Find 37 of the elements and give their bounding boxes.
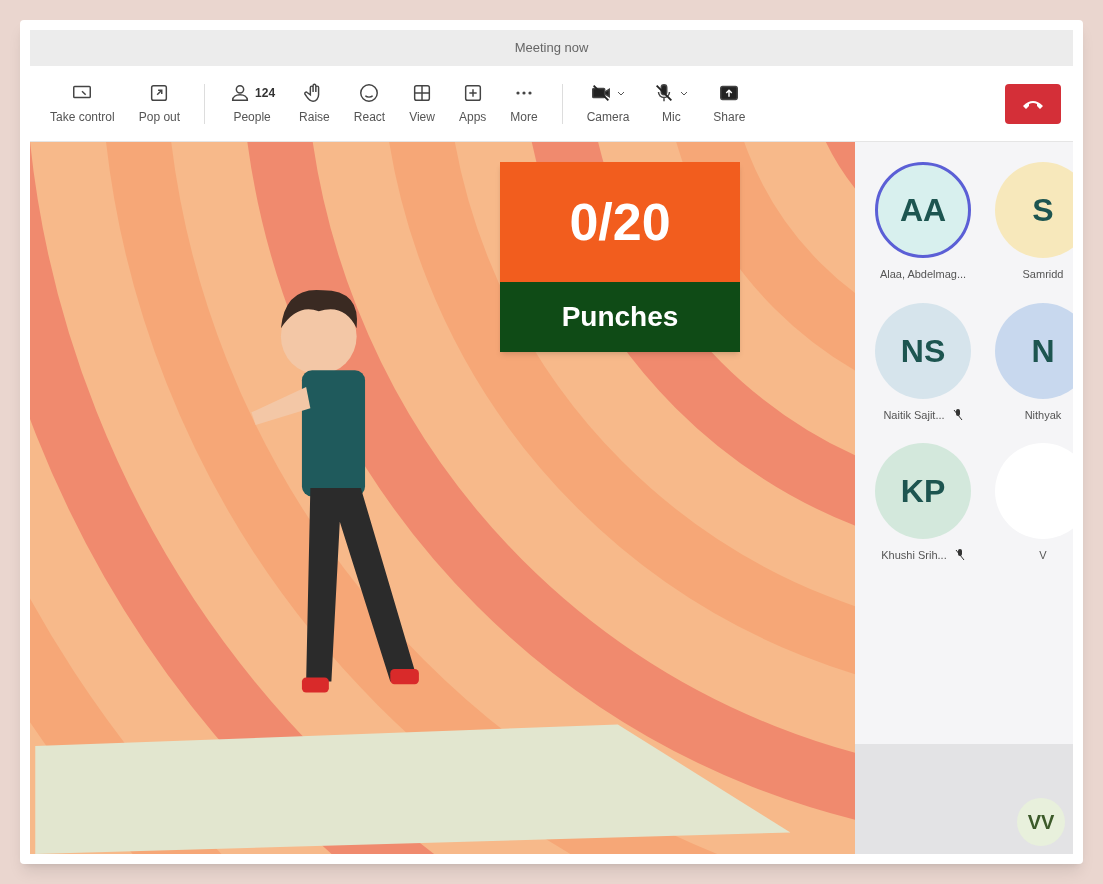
toolbar-button[interactable]: Pop out — [130, 81, 189, 126]
toolbar-button[interactable]: View — [401, 81, 443, 126]
avatar-initials: KP — [900, 472, 946, 511]
avatar-initials: S — [1032, 191, 1054, 230]
avatar[interactable]: AA — [875, 162, 971, 258]
avatar[interactable]: NS — [875, 302, 971, 399]
toolbar-button[interactable]: Take control — [42, 81, 123, 126]
toolbar-button[interactable]: Mic — [645, 81, 698, 126]
participant-name: Nithyak — [1024, 407, 1062, 423]
participant-name: Naitik Sajit... — [883, 407, 945, 423]
avatar[interactable]: S — [995, 162, 1073, 258]
toolbar-button[interactable]: More — [502, 81, 546, 126]
toolbar-button[interactable]: React — [345, 81, 394, 126]
avatar[interactable]: KP — [875, 443, 971, 539]
mic-off-icon — [952, 408, 963, 421]
people-count: 124 — [255, 84, 276, 102]
participant-name: Samridd — [1022, 267, 1064, 282]
exercise-label: Punches — [500, 282, 740, 352]
smiley-icon — [358, 81, 381, 104]
toolbar-button[interactable]: Raise — [291, 81, 338, 126]
participant-name: Alaa, Abdelmag... — [879, 267, 967, 282]
leave-button[interactable] — [1005, 83, 1061, 124]
toolbar-button[interactable]: 124 People — [221, 81, 284, 126]
mic-off-icon — [954, 549, 965, 562]
avatar-initials: N — [1031, 331, 1055, 371]
participant-name: Khushi Srih... — [881, 548, 947, 563]
avatar-initials: VV — [1027, 810, 1055, 835]
avatar-initials: NS — [900, 331, 946, 371]
ellipsis-icon — [516, 90, 532, 95]
window-title: Meeting now — [514, 39, 589, 58]
toolbar-button[interactable]: Camera — [578, 81, 638, 126]
avatar-initials: AA — [899, 191, 947, 230]
toolbar-button[interactable]: Share — [705, 81, 754, 126]
participant-name: V — [1039, 548, 1047, 563]
avatar[interactable]: N — [995, 302, 1073, 399]
toolbar-button[interactable]: Apps — [450, 81, 495, 126]
count-text: 0/20 — [569, 192, 671, 253]
